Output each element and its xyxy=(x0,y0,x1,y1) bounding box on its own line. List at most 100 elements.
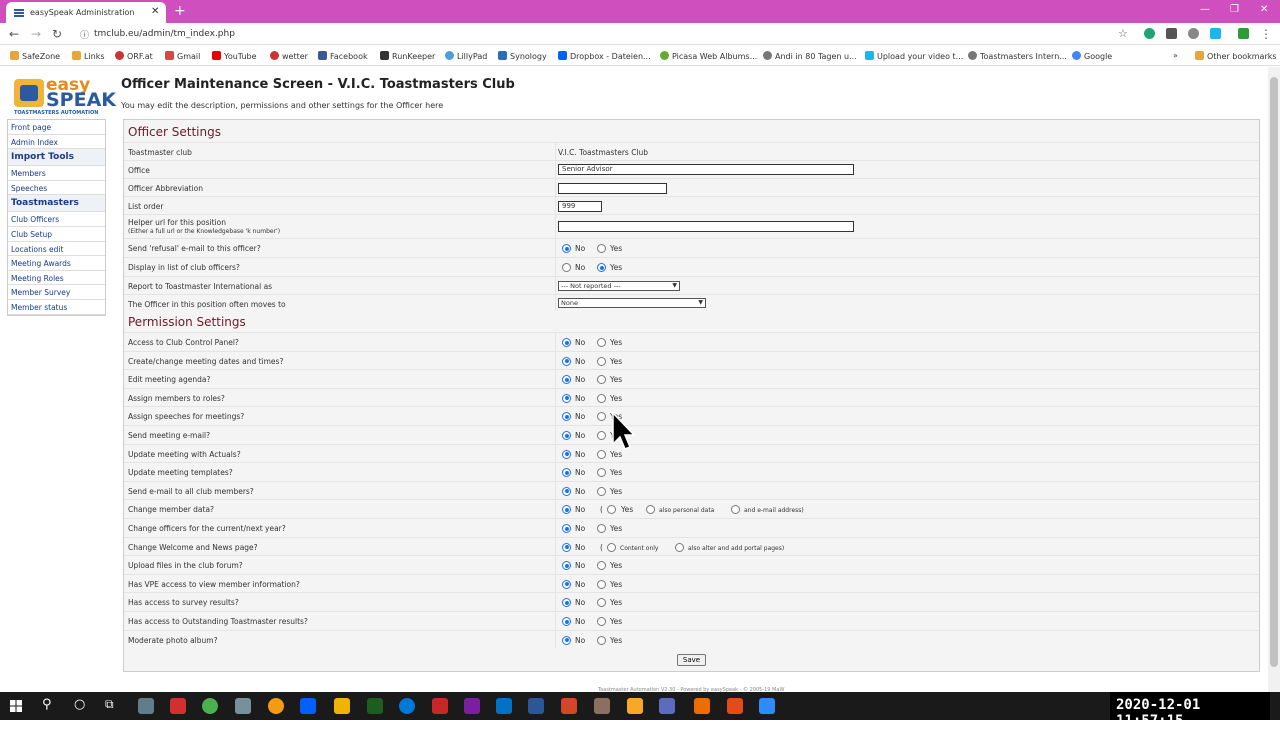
browser-tab[interactable]: easySpeak Administration ✕ xyxy=(6,2,166,23)
vimeo-icon[interactable] xyxy=(1210,28,1221,39)
onenote-icon[interactable] xyxy=(464,698,480,714)
radio-yes[interactable] xyxy=(597,579,606,589)
app-icon[interactable] xyxy=(727,698,743,714)
more-bookmarks-icon[interactable]: » xyxy=(1173,51,1178,60)
window-close-icon[interactable]: ✕ xyxy=(1260,4,1268,15)
page-scrollbar[interactable] xyxy=(1268,67,1280,692)
restore-icon[interactable]: ❐ xyxy=(1230,4,1239,15)
task-view-icon[interactable]: ⧉ xyxy=(105,697,114,712)
bookmark-item[interactable]: wetter xyxy=(270,51,308,61)
radio-yes[interactable] xyxy=(597,468,606,478)
powerpoint-icon[interactable] xyxy=(561,698,577,714)
radio-no[interactable] xyxy=(562,486,571,496)
bookmark-item[interactable]: Gmail xyxy=(165,51,200,61)
abbreviation-input[interactable] xyxy=(558,183,667,194)
radio-no[interactable] xyxy=(562,505,571,515)
sidebar-item-member-status[interactable]: Member status xyxy=(8,300,105,315)
radio-no[interactable] xyxy=(562,338,571,347)
list-order-input[interactable]: 999 xyxy=(558,201,602,212)
radio-no[interactable] xyxy=(562,244,571,253)
radio-yes[interactable] xyxy=(597,486,606,496)
windows-start-icon[interactable] xyxy=(10,700,22,712)
office-input[interactable]: Senior Advisor xyxy=(558,164,854,175)
info-icon[interactable]: ⓘ xyxy=(80,28,89,41)
taskbar-clock[interactable]: 2020-12-01 11:57:15 xyxy=(1110,692,1270,729)
radio-no[interactable] xyxy=(562,356,571,366)
tab-close-icon[interactable]: ✕ xyxy=(151,6,159,17)
radio-yes[interactable] xyxy=(597,431,606,440)
radio-no[interactable] xyxy=(562,542,571,552)
zoom-icon[interactable] xyxy=(759,698,775,714)
sidebar-item-meeting-awards[interactable]: Meeting Awards xyxy=(8,256,105,271)
other-bookmarks[interactable]: Other bookmarks xyxy=(1195,51,1277,61)
radio-no[interactable] xyxy=(562,412,571,422)
forward-icon[interactable]: → xyxy=(31,27,41,41)
radio-yes[interactable] xyxy=(597,338,606,347)
sidebar-item-member-survey[interactable]: Member Survey xyxy=(8,285,105,300)
bookmark-item[interactable]: Picasa Web Albums... xyxy=(660,51,757,61)
sidebar-item-admin-index[interactable]: Admin Index xyxy=(8,135,105,150)
radio-yes[interactable] xyxy=(607,505,616,515)
helper-url-input[interactable] xyxy=(558,221,854,232)
extension-icon[interactable] xyxy=(1166,28,1177,39)
bookmark-star-icon[interactable]: ☆ xyxy=(1118,27,1128,40)
app-icon[interactable] xyxy=(694,698,710,714)
acrobat-icon[interactable] xyxy=(170,698,186,714)
menu-icon[interactable]: ⋮ xyxy=(1260,27,1272,41)
app-icon[interactable] xyxy=(594,698,610,714)
radio-yes[interactable] xyxy=(597,356,606,366)
shield-icon[interactable] xyxy=(1238,28,1249,39)
sidebar-item-speeches[interactable]: Speeches xyxy=(8,181,105,196)
chrome-icon[interactable] xyxy=(202,698,218,714)
bookmark-item[interactable]: Facebook xyxy=(318,51,368,61)
teams-icon[interactable] xyxy=(659,698,675,714)
radio-yes[interactable] xyxy=(597,617,606,626)
scrollbar-thumb[interactable] xyxy=(1270,77,1278,667)
radio-yes[interactable] xyxy=(597,635,606,645)
bookmark-item[interactable]: Upload your video t... xyxy=(865,51,963,61)
app-icon[interactable] xyxy=(235,698,251,714)
bookmark-item[interactable]: SafeZone xyxy=(10,51,60,61)
bookmark-item[interactable]: RunKeeper xyxy=(380,51,435,61)
search-icon[interactable]: ⚲ xyxy=(42,697,52,712)
radio-yes[interactable] xyxy=(597,375,606,385)
radio-yes[interactable] xyxy=(597,449,606,459)
new-tab-icon[interactable]: + xyxy=(174,3,186,19)
bookmark-item[interactable]: Dropbox - Dateien... xyxy=(558,51,651,61)
radio-no[interactable] xyxy=(562,263,571,272)
sidebar-item-meeting-roles[interactable]: Meeting Roles xyxy=(8,271,105,286)
outlook-icon[interactable] xyxy=(496,698,512,714)
radio-content-only[interactable] xyxy=(607,542,616,552)
radio-no[interactable] xyxy=(562,617,571,626)
radio-no[interactable] xyxy=(562,449,571,459)
radio-yes[interactable] xyxy=(597,393,606,403)
file-explorer-icon[interactable] xyxy=(627,698,643,714)
bookmark-item[interactable]: ORF.at xyxy=(115,51,153,61)
radio-yes[interactable] xyxy=(597,263,606,272)
radio-no[interactable] xyxy=(562,561,571,571)
sidebar-item-locations-edit[interactable]: Locations edit xyxy=(8,242,105,257)
extension-icon[interactable] xyxy=(1188,28,1199,39)
minimize-icon[interactable]: — xyxy=(1200,4,1210,15)
word-icon[interactable] xyxy=(528,698,544,714)
grammarly-icon[interactable] xyxy=(1144,28,1155,39)
report-select[interactable]: --- Not reported --- ▼ xyxy=(558,281,680,291)
save-button[interactable]: Save xyxy=(677,654,706,666)
app-icon[interactable] xyxy=(367,698,383,714)
radio-no[interactable] xyxy=(562,635,571,645)
chrome-canary-icon[interactable] xyxy=(268,698,284,714)
radio-email-address[interactable] xyxy=(731,505,740,515)
easyspeak-logo[interactable]: easy SPEAK TOASTMASTERS AUTOMATION xyxy=(12,75,116,116)
radio-no[interactable] xyxy=(562,375,571,385)
radio-portal-pages[interactable] xyxy=(675,542,684,552)
moves-to-select[interactable]: None ▼ xyxy=(558,298,706,308)
sidebar-item-members[interactable]: Members xyxy=(8,166,105,181)
bookmark-item[interactable]: Toastmasters Intern... xyxy=(968,51,1067,61)
radio-no[interactable] xyxy=(562,598,571,608)
radio-no[interactable] xyxy=(562,431,571,440)
bookmark-item[interactable]: Links xyxy=(72,51,105,61)
sidebar-item-front-page[interactable]: Front page xyxy=(8,120,105,135)
radio-yes[interactable] xyxy=(597,524,606,533)
access-icon[interactable] xyxy=(432,698,448,714)
radio-personal-data[interactable] xyxy=(646,505,655,515)
